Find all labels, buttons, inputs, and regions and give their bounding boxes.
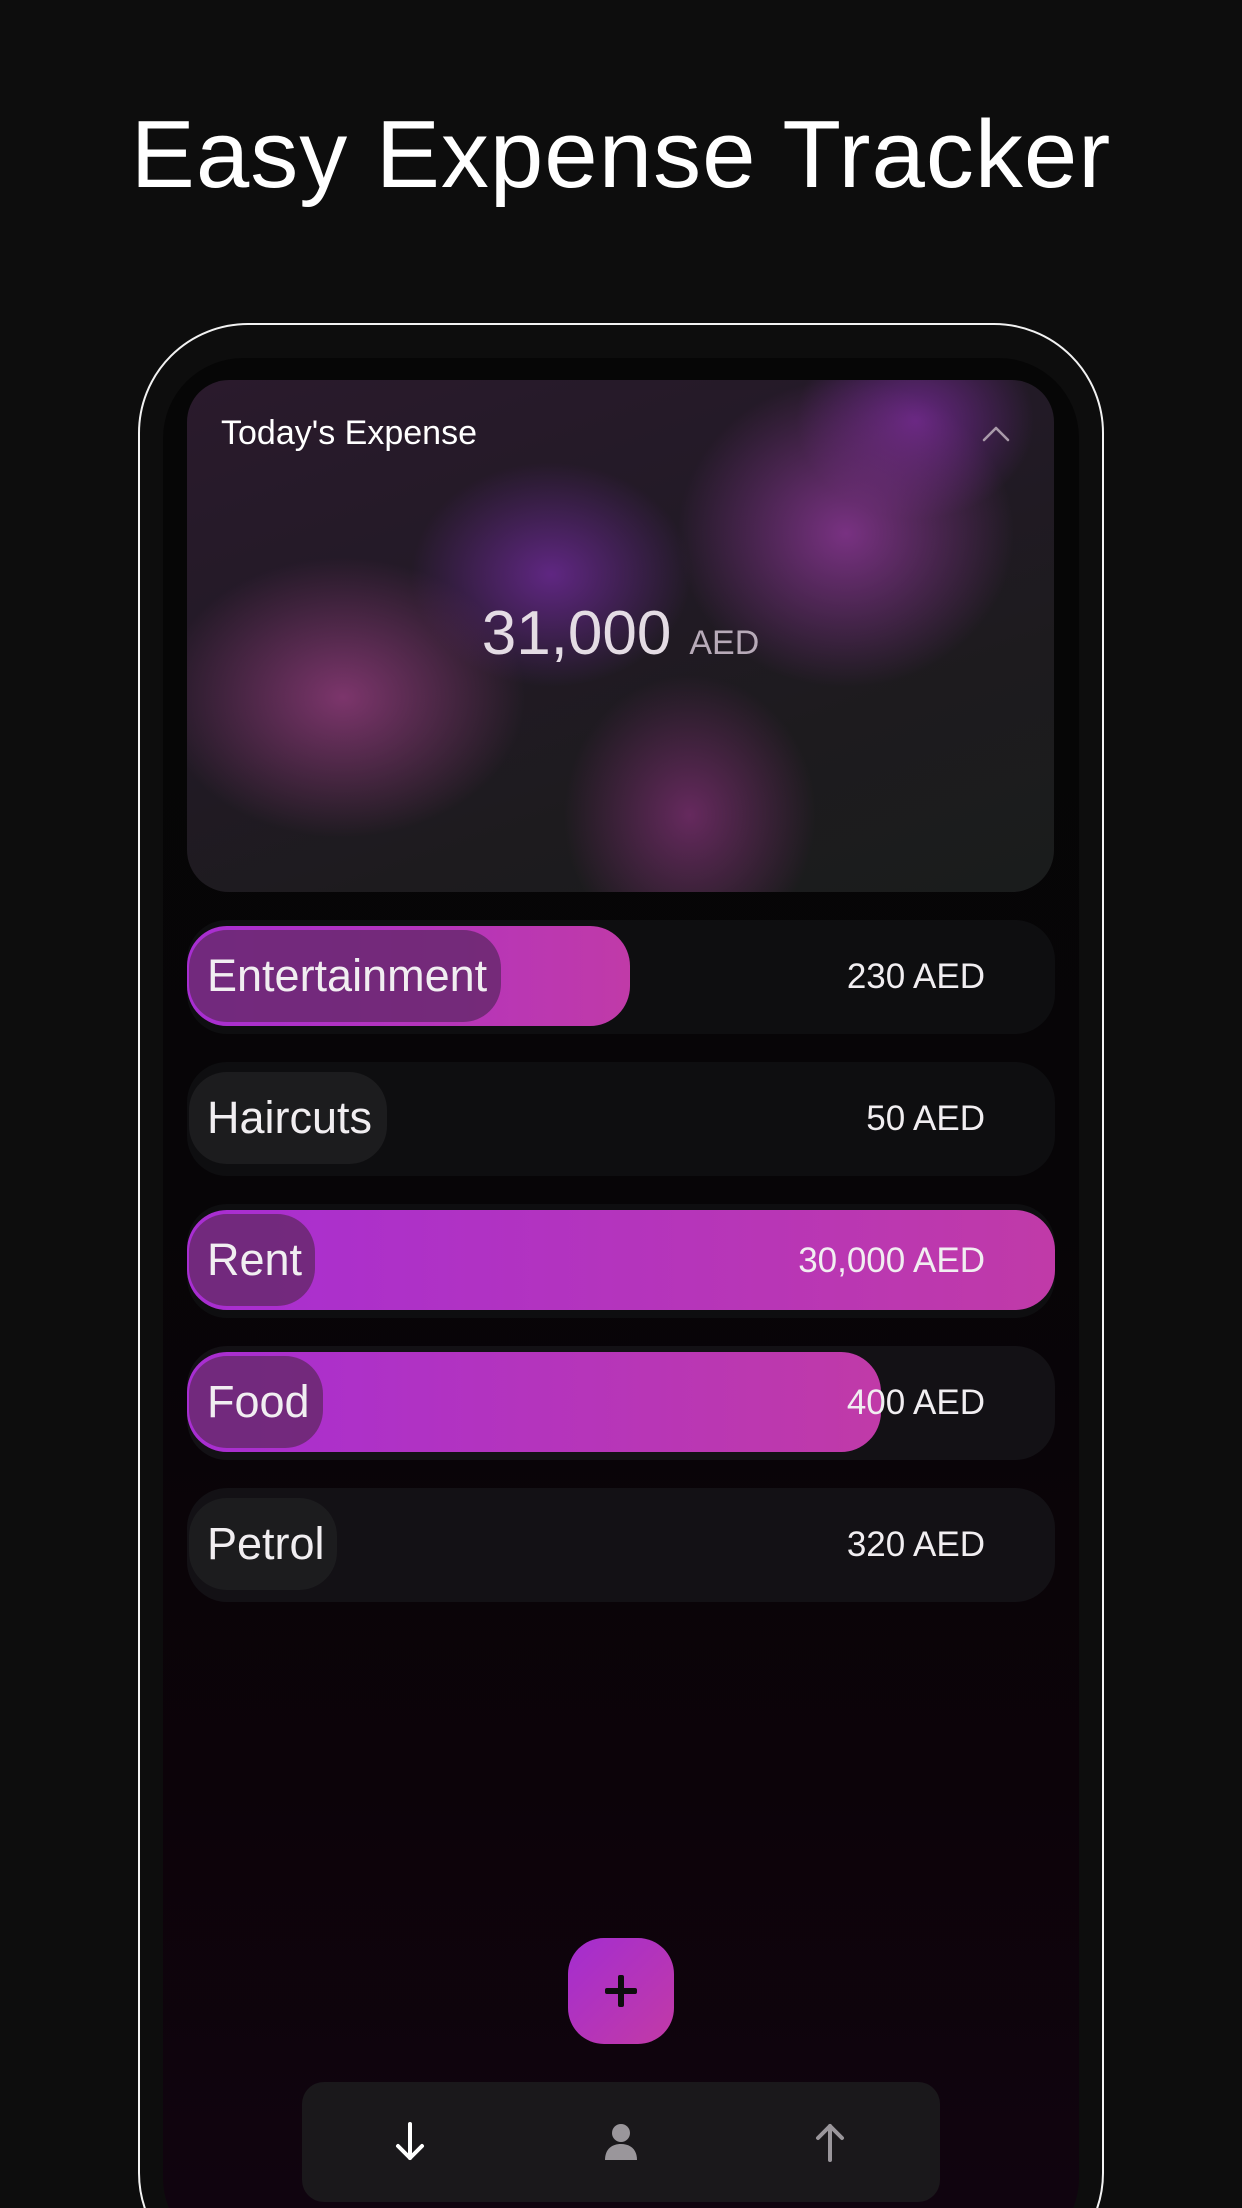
person-icon — [605, 2124, 637, 2160]
category-row-petrol[interactable]: Petrol 320 AED — [187, 1488, 1055, 1602]
category-amount: 320 AED — [846, 1525, 985, 1564]
category-amount: 230 AED — [846, 957, 985, 996]
add-expense-button[interactable] — [568, 1938, 674, 2044]
category-row-food[interactable]: Food 400 AED — [187, 1346, 1055, 1460]
arrow-down-icon — [396, 2122, 424, 2160]
category-row-rent[interactable]: Rent 30,000 AED — [187, 1204, 1055, 1318]
total-amount: 31,000 — [481, 599, 672, 668]
category-amount: 50 AED — [866, 1099, 985, 1138]
category-name: Entertainment — [207, 950, 488, 1001]
arrow-up-icon — [816, 2124, 844, 2162]
headline: Easy Expense Tracker — [130, 101, 1112, 208]
app-screen: Easy Expense Tracker Today's Expense 31,… — [0, 0, 1242, 2208]
category-label-pill: Food — [189, 1356, 323, 1448]
total-expense: 31,000 AED — [187, 598, 1054, 669]
category-label-pill: Entertainment — [189, 930, 501, 1022]
category-amount: 400 AED — [846, 1383, 985, 1422]
chevron-up-icon[interactable] — [982, 420, 1010, 448]
plus-icon — [605, 1975, 637, 2007]
category-name: Petrol — [207, 1518, 325, 1569]
phone-screen: Today's Expense 31,000 AED Entertainment … — [163, 358, 1079, 2208]
total-currency: AED — [689, 624, 760, 662]
category-row-haircuts[interactable]: Haircuts 50 AED — [187, 1062, 1055, 1176]
category-name: Food — [207, 1376, 310, 1427]
category-label-pill: Petrol — [189, 1498, 337, 1590]
nav-item-income[interactable] — [350, 2082, 470, 2202]
nav-item-expense[interactable] — [770, 2082, 890, 2202]
category-name: Rent — [207, 1234, 303, 1285]
bottom-nav — [302, 2082, 940, 2202]
category-amount: 30,000 AED — [798, 1241, 985, 1280]
category-name: Haircuts — [207, 1092, 373, 1143]
card-title: Today's Expense — [221, 414, 477, 452]
nav-item-profile[interactable] — [561, 2082, 681, 2202]
category-label-pill: Haircuts — [189, 1072, 387, 1164]
category-label-pill: Rent — [189, 1214, 315, 1306]
category-row-entertainment[interactable]: Entertainment 230 AED — [187, 920, 1055, 1034]
expense-summary-card: Today's Expense 31,000 AED — [187, 380, 1054, 892]
